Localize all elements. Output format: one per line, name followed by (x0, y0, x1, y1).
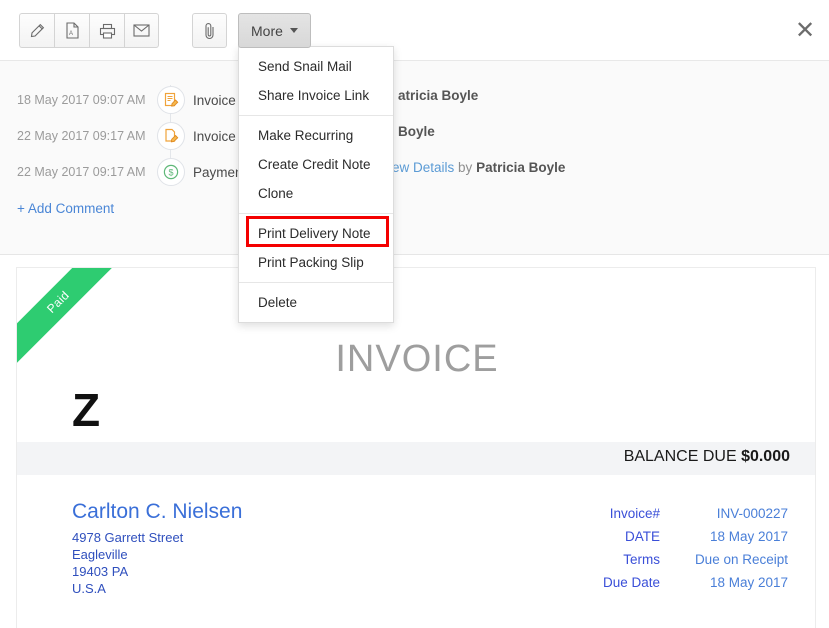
add-comment-link[interactable]: + Add Comment (17, 201, 114, 216)
meta-value: 18 May 2017 (678, 575, 788, 590)
menu-item-print-packing-slip[interactable]: Print Packing Slip (239, 248, 393, 277)
timeline-date: 22 May 2017 09:17 AM (17, 129, 146, 143)
timeline-date: 18 May 2017 09:07 AM (17, 93, 146, 107)
address-line: Eagleville (72, 546, 242, 563)
bill-to-block: Carlton C. Nielsen 4978 Garrett Street E… (72, 500, 242, 597)
menu-separator (239, 282, 393, 283)
menu-item-delete[interactable]: Delete (239, 288, 393, 317)
invoice-created-icon (157, 86, 185, 114)
paperclip-icon (204, 22, 216, 40)
meta-row: Due Date 18 May 2017 (528, 575, 788, 590)
customer-name[interactable]: Carlton C. Nielsen (72, 500, 242, 524)
menu-item-send-snail-mail[interactable]: Send Snail Mail (239, 52, 393, 81)
balance-due: BALANCE DUE $0.000 (624, 448, 790, 466)
payment-received-icon: $ (157, 158, 185, 186)
meta-value: INV-000227 (678, 506, 788, 521)
timeline-text: Invoice (193, 93, 236, 108)
meta-label: Due Date (540, 575, 660, 590)
svg-text:$: $ (168, 167, 173, 177)
menu-item-clone[interactable]: Clone (239, 179, 393, 208)
email-button[interactable] (124, 13, 159, 48)
toolbar-button-group-attachment (192, 13, 227, 48)
company-logo: Z (72, 387, 100, 433)
attachment-button[interactable] (192, 13, 227, 48)
edit-button[interactable] (19, 13, 54, 48)
more-button-label: More (251, 23, 283, 39)
address-line: U.S.A (72, 580, 242, 597)
invoice-meta-block: Invoice# INV-000227 DATE 18 May 2017 Ter… (528, 506, 788, 598)
meta-value: 18 May 2017 (678, 529, 788, 544)
timeline-text: Paymen (193, 165, 243, 180)
meta-value: Due on Receipt (678, 552, 788, 567)
meta-row: Invoice# INV-000227 (528, 506, 788, 521)
invoice-title: INVOICE (17, 338, 816, 381)
timeline-date: 22 May 2017 09:17 AM (17, 165, 146, 179)
pencil-icon (29, 23, 45, 39)
view-details-link[interactable]: ew Details (392, 160, 454, 175)
menu-item-print-delivery-note[interactable]: Print Delivery Note (239, 219, 393, 248)
menu-item-create-credit-note[interactable]: Create Credit Note (239, 150, 393, 179)
toolbar: A (0, 0, 829, 61)
timeline-details-3: ew Details by Patricia Boyle (392, 160, 565, 175)
more-button[interactable]: More (238, 13, 311, 48)
balance-due-label: BALANCE DUE (624, 448, 737, 465)
invoice-detail-page: A (0, 0, 829, 628)
toolbar-button-group-primary: A (19, 13, 159, 48)
meta-row: DATE 18 May 2017 (528, 529, 788, 544)
close-button[interactable]: ✕ (792, 17, 818, 43)
timeline-text: Invoice (193, 129, 236, 144)
address-line: 4978 Garrett Street (72, 529, 242, 546)
more-dropdown-menu: Send Snail Mail Share Invoice Link Make … (238, 46, 394, 323)
pdf-file-icon: A (65, 22, 80, 39)
timeline-user-1: atricia Boyle (398, 88, 478, 103)
invoice-edited-icon (157, 122, 185, 150)
pdf-button[interactable]: A (54, 13, 89, 48)
address-line: 19403 PA (72, 563, 242, 580)
meta-label: DATE (540, 529, 660, 544)
timeline-user-3: Patricia Boyle (476, 160, 565, 175)
balance-due-amount: $0.000 (741, 448, 790, 465)
menu-separator (239, 115, 393, 116)
by-label: by (458, 160, 472, 175)
meta-label: Terms (540, 552, 660, 567)
printer-icon (99, 23, 116, 39)
chevron-down-icon (290, 28, 298, 33)
timeline-user-2: Boyle (398, 124, 435, 139)
balance-due-band: BALANCE DUE $0.000 (17, 442, 816, 475)
menu-item-make-recurring[interactable]: Make Recurring (239, 121, 393, 150)
meta-row: Terms Due on Receipt (528, 552, 788, 567)
print-button[interactable] (89, 13, 124, 48)
envelope-icon (133, 24, 150, 37)
menu-item-share-invoice-link[interactable]: Share Invoice Link (239, 81, 393, 110)
svg-text:A: A (69, 31, 73, 37)
menu-separator (239, 213, 393, 214)
meta-label: Invoice# (540, 506, 660, 521)
invoice-preview-card: Paid INVOICE Z BALANCE DUE $0.000 Carlto… (16, 267, 816, 628)
close-icon: ✕ (795, 18, 815, 42)
activity-timeline: 18 May 2017 09:07 AM Invoice 22 May 2017… (0, 61, 829, 255)
